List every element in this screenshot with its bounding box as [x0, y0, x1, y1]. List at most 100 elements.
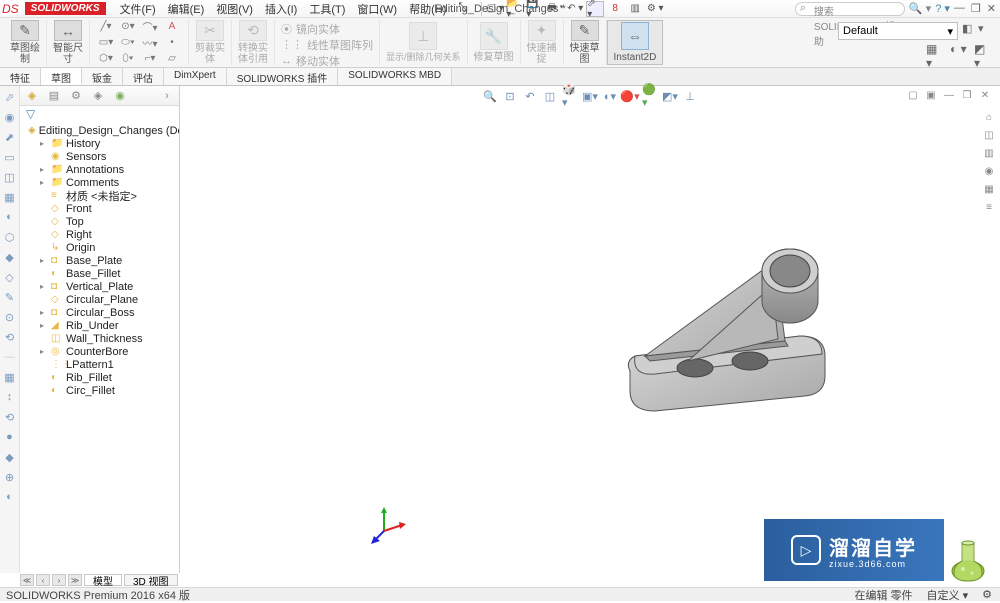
- status-custom[interactable]: 自定义 ▾: [927, 587, 969, 603]
- fm-display-icon[interactable]: ◉: [112, 88, 128, 104]
- rect-icon[interactable]: ▭▾: [96, 36, 116, 50]
- btab-model[interactable]: 模型: [84, 574, 122, 586]
- menu-insert[interactable]: 插入(I): [261, 0, 301, 18]
- tree-item[interactable]: ◫Wall_Thickness: [24, 332, 179, 345]
- view-icon[interactable]: ◩ ▾: [974, 42, 992, 56]
- tree-root[interactable]: ◈ Editing_Design_Changes (Default<<D: [24, 124, 179, 137]
- slot-icon[interactable]: ⬭▾: [118, 36, 138, 50]
- menu-edit[interactable]: 编辑(E): [164, 0, 209, 18]
- ellipse-icon[interactable]: ⬯▾: [118, 52, 138, 66]
- tree-item[interactable]: ◐Rib_Fillet: [24, 371, 179, 384]
- tp-custom-icon[interactable]: ▦: [982, 182, 996, 196]
- search-input[interactable]: 搜索 SOLIDWORKS 帮助: [795, 2, 905, 16]
- expand-icon[interactable]: ▸: [40, 321, 48, 330]
- style-dropdown[interactable]: Default ▾: [838, 22, 958, 40]
- tree-item[interactable]: ◇Right: [24, 228, 179, 241]
- help-icon[interactable]: ? ▾: [935, 2, 950, 15]
- graphics-viewport[interactable]: 🔍 ⊡ ↶ ◫ 🎲▾ ▣▾ ◐▾ 🔴▾ 🟢▾ ◩▾ ⊥ ▢ ▣ — ❐ ✕ ⌂ …: [180, 86, 1000, 573]
- vtb-icon-8[interactable]: ⬡: [3, 230, 17, 244]
- zoom-icon[interactable]: 🔍: [482, 88, 498, 104]
- hide-show-icon[interactable]: ◐▾: [602, 88, 618, 104]
- tree-item[interactable]: ▸📁History: [24, 137, 179, 150]
- zoom-area-icon[interactable]: ⊡: [502, 88, 518, 104]
- vtb-icon-18[interactable]: ◆: [3, 450, 17, 464]
- view-orient-icon[interactable]: 🎲▾: [562, 88, 578, 104]
- vp-min-icon[interactable]: —: [942, 88, 956, 102]
- vp-max-icon[interactable]: ❐: [960, 88, 974, 102]
- tp-view-icon[interactable]: ▥: [982, 146, 996, 160]
- tree-item[interactable]: ↳Origin: [24, 241, 179, 254]
- ribbon-instant2d[interactable]: ⇔ Instant2D: [607, 20, 664, 65]
- tree-item[interactable]: ◉Sensors: [24, 150, 179, 163]
- ribbon-rapid-sketch[interactable]: ✎ 快速草 图: [564, 20, 607, 65]
- tree-item[interactable]: ⋮⋮LPattern1: [24, 358, 179, 371]
- vtb-icon-11[interactable]: ✎: [3, 290, 17, 304]
- tab-sheetmetal[interactable]: 钣金: [82, 68, 123, 85]
- display-style-icon[interactable]: ▣▾: [582, 88, 598, 104]
- ribbon-sketch[interactable]: ✎ 草图绘 制: [4, 20, 47, 65]
- vtb-icon-2[interactable]: ◉: [3, 110, 17, 124]
- options-icon[interactable]: ▥: [626, 1, 644, 17]
- vtb-icon-5[interactable]: ◫: [3, 170, 17, 184]
- spline-icon[interactable]: 〰▾: [140, 36, 160, 50]
- tree-item[interactable]: ≡材质 <未指定>: [24, 189, 179, 202]
- menu-file[interactable]: 文件(F): [116, 0, 160, 18]
- apply-scene-icon[interactable]: 🟢▾: [642, 88, 658, 104]
- vtb-icon-13[interactable]: ⟲: [3, 330, 17, 344]
- vtb-icon-10[interactable]: ◇: [3, 270, 17, 284]
- vtb-icon-20[interactable]: ◐: [3, 490, 17, 504]
- tab-addins[interactable]: SOLIDWORKS 插件: [227, 68, 339, 85]
- plane-icon[interactable]: ▱: [162, 52, 182, 66]
- vtb-icon-7[interactable]: ◐: [3, 210, 17, 224]
- point-icon[interactable]: •: [162, 36, 182, 50]
- fm-tree-icon[interactable]: ◈: [24, 88, 40, 104]
- btab-prev-icon[interactable]: ‹: [36, 574, 50, 586]
- expand-icon[interactable]: ▸: [40, 308, 48, 317]
- arrow-icon[interactable]: ▾: [978, 22, 992, 36]
- btab-last-icon[interactable]: ≫: [68, 574, 82, 586]
- expand-icon[interactable]: ▸: [40, 256, 48, 265]
- menu-tools[interactable]: 工具(T): [305, 0, 349, 18]
- vtb-icon-17[interactable]: ●: [3, 430, 17, 444]
- tree-item[interactable]: ◐Base_Fillet: [24, 267, 179, 280]
- appearance-icon[interactable]: ◧: [962, 22, 976, 36]
- vtb-icon-14[interactable]: ▦: [3, 370, 17, 384]
- btab-3dview[interactable]: 3D 视图: [124, 574, 178, 586]
- feature-filter[interactable]: ▽: [20, 106, 179, 122]
- coordinate-triad[interactable]: [370, 505, 410, 545]
- text-icon[interactable]: A: [162, 20, 182, 34]
- vp-minimize-icon[interactable]: ▢: [906, 88, 920, 102]
- expand-icon[interactable]: ▸: [40, 165, 48, 174]
- tree-item[interactable]: ◐Circ_Fillet: [24, 384, 179, 397]
- vtb-icon-15[interactable]: ↕: [3, 390, 17, 404]
- maximize-icon[interactable]: ❐: [971, 2, 981, 15]
- feature-tree[interactable]: ◈ Editing_Design_Changes (Default<<D ▸📁H…: [20, 122, 179, 573]
- vp-close-icon[interactable]: ✕: [978, 88, 992, 102]
- fm-config-icon[interactable]: ⚙: [68, 88, 84, 104]
- tp-forum-icon[interactable]: ≡: [982, 200, 996, 214]
- tab-features[interactable]: 特征: [0, 68, 41, 85]
- fm-dim-icon[interactable]: ◈: [90, 88, 106, 104]
- poly-icon[interactable]: ⬡▾: [96, 52, 116, 66]
- menu-view[interactable]: 视图(V): [212, 0, 257, 18]
- vtb-icon-9[interactable]: ◆: [3, 250, 17, 264]
- tree-item[interactable]: ▸◘Circular_Boss: [24, 306, 179, 319]
- status-gear-icon[interactable]: ⚙: [982, 588, 992, 601]
- perpend-icon[interactable]: ⊥: [682, 88, 698, 104]
- tree-item[interactable]: ▸◘Vertical_Plate: [24, 280, 179, 293]
- expand-icon[interactable]: ▸: [40, 347, 48, 356]
- minimize-icon[interactable]: —: [954, 2, 965, 15]
- tab-mbd[interactable]: SOLIDWORKS MBD: [338, 68, 452, 85]
- btab-next-icon[interactable]: ›: [52, 574, 66, 586]
- expand-icon[interactable]: ▸: [40, 178, 48, 187]
- vtb-icon-16[interactable]: ⟲: [3, 410, 17, 424]
- tp-appearance-icon[interactable]: ◉: [982, 164, 996, 178]
- arc-icon[interactable]: ⌒▾: [140, 20, 160, 34]
- vtb-icon-6[interactable]: ▦: [3, 190, 17, 204]
- vtb-icon-4[interactable]: ▭: [3, 150, 17, 164]
- tab-dimxpert[interactable]: DimXpert: [164, 68, 227, 85]
- fillet-icon[interactable]: ⌐▾: [140, 52, 160, 66]
- btab-first-icon[interactable]: ≪: [20, 574, 34, 586]
- tp-home-icon[interactable]: ⌂: [982, 110, 996, 124]
- vtb-icon-19[interactable]: ⊕: [3, 470, 17, 484]
